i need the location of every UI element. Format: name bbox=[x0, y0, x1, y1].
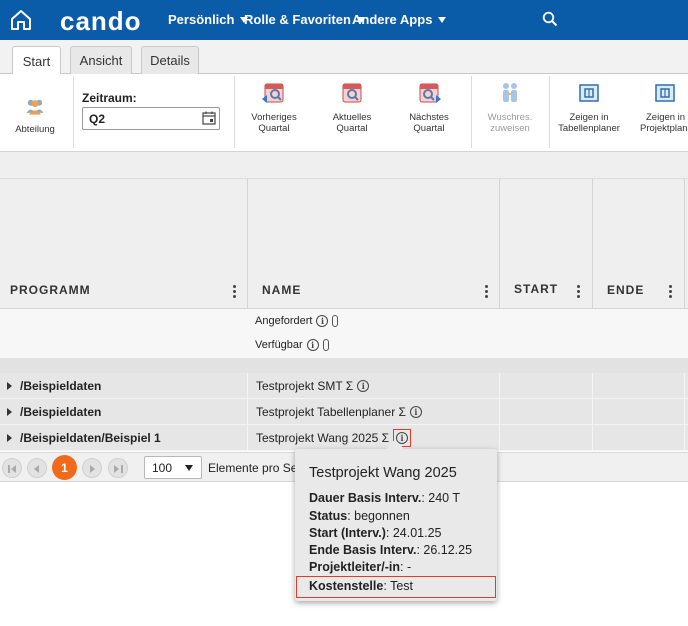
page-size-label: Elemente pro Seite bbox=[208, 461, 298, 475]
paperclip-icon[interactable] bbox=[322, 339, 329, 351]
chevron-down-icon bbox=[438, 17, 447, 23]
cell-programm: /Beispieldaten/Beispiel 1 bbox=[0, 425, 248, 451]
calendar-icon[interactable] bbox=[202, 111, 216, 125]
search-icon[interactable] bbox=[542, 11, 558, 27]
abteilung-button[interactable]: Abteilung bbox=[10, 96, 60, 135]
cell-name: Testprojekt Tabellenplaner Σ i bbox=[248, 399, 500, 425]
table-row[interactable]: /Beispieldaten/Beispiel 1 Testprojekt Wa… bbox=[0, 425, 688, 451]
grid-toolbar-band bbox=[0, 152, 688, 179]
tab-ansicht[interactable]: Ansicht bbox=[70, 46, 132, 74]
next-page-button[interactable] bbox=[82, 458, 102, 478]
column-header-name[interactable]: NAME bbox=[248, 179, 500, 309]
calendar-search-icon bbox=[342, 83, 362, 103]
page-size-select[interactable]: 100 bbox=[144, 456, 202, 479]
people-icon bbox=[26, 99, 44, 115]
nav-rolle-favoriten[interactable]: Rolle & Favoriten bbox=[244, 12, 365, 27]
tooltip-title: Testprojekt Wang 2025 bbox=[309, 465, 457, 481]
cell-ende bbox=[593, 373, 685, 399]
first-page-button[interactable] bbox=[2, 458, 22, 478]
angefordert-row: Angefordert i bbox=[255, 315, 339, 327]
tooltip-field: Status: begonnen bbox=[309, 509, 410, 523]
home-icon[interactable] bbox=[10, 9, 32, 31]
calendar-previous-icon bbox=[262, 83, 284, 103]
column-header-start[interactable]: START bbox=[500, 179, 593, 309]
verfuegbar-row: Verfügbar i bbox=[255, 339, 329, 351]
previous-quarter-button[interactable]: Vorheriges Quartal bbox=[246, 80, 302, 134]
top-navigation-bar: cando Persönlich Rolle & Favoriten Ander… bbox=[0, 0, 688, 40]
grid-header: PROGRAMM NAME START ENDE bbox=[0, 179, 688, 309]
table-row[interactable]: /Beispieldaten Testprojekt Tabellenplane… bbox=[0, 399, 688, 425]
table-row[interactable]: /Beispieldaten Testprojekt SMT Σ i bbox=[0, 373, 688, 399]
cell-programm: /Beispieldaten bbox=[0, 373, 248, 399]
tooltip-field: Ende Basis Interv.: 26.12.25 bbox=[309, 543, 473, 557]
cell-programm: /Beispieldaten bbox=[0, 399, 248, 425]
nav-andere-apps[interactable]: Andere Apps bbox=[352, 12, 447, 27]
tooltip-field: Projektleiter/-in: - bbox=[309, 560, 412, 574]
calendar-next-icon bbox=[419, 83, 441, 103]
cell-ende bbox=[593, 425, 685, 451]
column-header-ende[interactable]: ENDE bbox=[593, 179, 685, 309]
zeitraum-input[interactable]: Q2 bbox=[82, 107, 220, 130]
highlight-box bbox=[296, 576, 496, 598]
tooltip-field: Start (Interv.): 24.01.25 bbox=[309, 526, 442, 540]
next-quarter-button[interactable]: Nächstes Quartal bbox=[401, 80, 457, 134]
info-icon[interactable]: i bbox=[316, 315, 329, 327]
info-tooltip: Testprojekt Wang 2025 Dauer Basis Interv… bbox=[295, 439, 497, 601]
cell-start bbox=[500, 399, 593, 425]
zeigen-in-tabellenplaner-button[interactable]: Zeigen in Tabellenplaner bbox=[558, 80, 620, 134]
chevron-down-icon bbox=[185, 465, 193, 471]
cell-start bbox=[500, 373, 593, 399]
window-icon bbox=[579, 84, 599, 102]
cell-name: Testprojekt SMT Σ i bbox=[248, 373, 500, 399]
summary-rows: Angefordert i Verfügbar i bbox=[0, 309, 688, 359]
column-menu-icon[interactable] bbox=[485, 285, 489, 299]
ribbon-toolbar: Abteilung Zeitraum: Q2 Vorheriges Quartal… bbox=[0, 74, 688, 152]
column-menu-icon[interactable] bbox=[233, 285, 237, 299]
group-spacer bbox=[0, 359, 688, 373]
ribbon-tab-bar: Start Ansicht Details bbox=[0, 40, 688, 75]
assign-people-icon bbox=[503, 83, 517, 102]
info-icon[interactable]: i bbox=[409, 406, 422, 418]
nav-persoenlich[interactable]: Persönlich bbox=[168, 12, 249, 27]
column-menu-icon[interactable] bbox=[669, 285, 673, 299]
last-page-button[interactable] bbox=[108, 458, 128, 478]
wunschres-zuweisen-button[interactable]: Wuschres. zuweisen bbox=[482, 80, 538, 134]
cell-ende bbox=[593, 399, 685, 425]
current-quarter-button[interactable]: Aktuelles Quartal bbox=[324, 80, 380, 134]
tooltip-field: Dauer Basis Interv.: 240 T bbox=[309, 491, 461, 505]
zeigen-in-projektplaner-button[interactable]: Zeigen in Projektplane bbox=[636, 80, 688, 134]
window-icon bbox=[655, 84, 675, 102]
previous-page-button[interactable] bbox=[27, 458, 47, 478]
tab-details[interactable]: Details bbox=[141, 46, 199, 74]
column-menu-icon[interactable] bbox=[577, 285, 581, 299]
info-icon[interactable]: i bbox=[306, 339, 319, 351]
tab-start[interactable]: Start bbox=[12, 46, 61, 75]
column-header-programm[interactable]: PROGRAMM bbox=[0, 179, 248, 309]
info-icon[interactable]: i bbox=[357, 380, 370, 392]
paperclip-icon[interactable] bbox=[332, 315, 339, 327]
current-page-button[interactable]: 1 bbox=[52, 455, 77, 480]
cell-start bbox=[500, 425, 593, 451]
cando-logo[interactable]: cando bbox=[60, 6, 142, 37]
cell-name: Testprojekt Wang 2025 Σ i bbox=[248, 425, 500, 451]
zeitraum-label: Zeitraum: bbox=[82, 91, 137, 105]
